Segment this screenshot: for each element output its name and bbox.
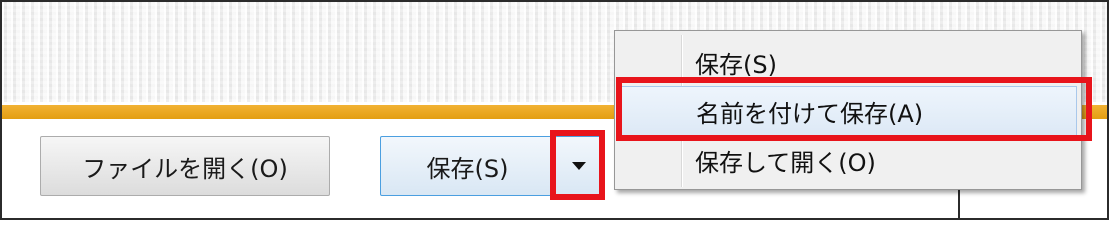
screenshot-frame: ファイルを開く(O) 保存(S) 保存(S) 名前を付けて保存(A) 保存して開… — [0, 0, 1109, 220]
open-file-button[interactable]: ファイルを開く(O) — [40, 136, 330, 196]
save-button-label: 保存(S) — [426, 154, 509, 183]
save-button[interactable]: 保存(S) — [380, 136, 555, 196]
caret-down-icon — [571, 162, 586, 170]
menu-item-save[interactable]: 保存(S) — [615, 37, 1081, 87]
menu-item-save-as[interactable]: 名前を付けて保存(A) — [619, 86, 1077, 136]
menu-item-label: 保存して開く(O) — [695, 148, 876, 177]
menu-item-label: 保存(S) — [695, 50, 777, 79]
menu-item-save-and-open[interactable]: 保存して開く(O) — [615, 135, 1081, 185]
menu-item-label: 名前を付けて保存(A) — [696, 99, 924, 128]
open-file-button-label: ファイルを開く(O) — [82, 154, 288, 183]
save-dropdown-button[interactable] — [555, 136, 603, 196]
save-dropdown-menu: 保存(S) 名前を付けて保存(A) 保存して開く(O) — [614, 30, 1082, 190]
divider — [958, 190, 960, 218]
